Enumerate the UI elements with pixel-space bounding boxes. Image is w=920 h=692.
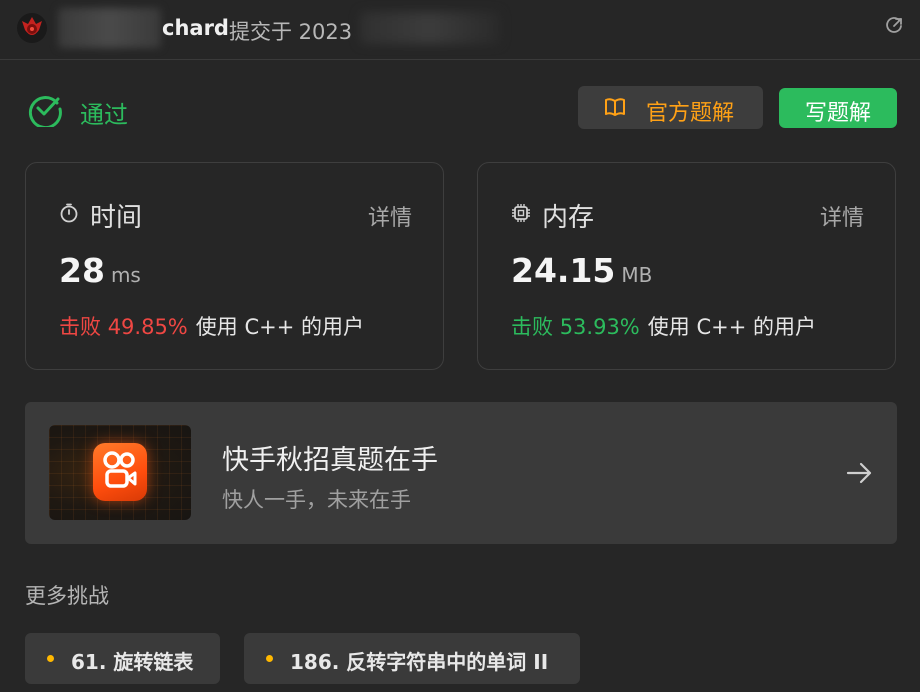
write-solution-button[interactable]: 写题解: [779, 88, 897, 128]
avatar-icon[interactable]: [16, 12, 48, 44]
timestamp-blurred: [360, 12, 500, 44]
runtime-unit: ms: [110, 263, 141, 287]
runtime-beat-line: 击败 49.85% 使用 C++ 的用户: [59, 311, 364, 341]
runtime-value-group: 28 ms: [59, 251, 141, 290]
official-solution-button[interactable]: 官方题解: [578, 86, 763, 129]
challenge-item[interactable]: 186. 反转字符串中的单词 II: [244, 633, 580, 684]
promo-image: [49, 425, 191, 520]
more-challenges-title: 更多挑战: [25, 584, 109, 608]
promo-subtitle: 快人一手，未来在手: [222, 488, 411, 512]
memory-beat-word: 击败: [511, 315, 553, 339]
memory-detail-link[interactable]: 详情: [820, 200, 864, 232]
chip-icon: [512, 204, 530, 222]
submission-header: chard 提交于 2023: [0, 0, 920, 60]
memory-beat-line: 击败 53.93% 使用 C++ 的用户: [511, 311, 816, 341]
runtime-beat-percent: 49.85%: [107, 315, 188, 339]
username[interactable]: chard: [162, 16, 229, 40]
memory-unit: MB: [621, 263, 653, 287]
check-circle-icon: [28, 96, 62, 127]
memory-value-group: 24.15 MB: [511, 251, 652, 290]
runtime-beat-rest: 使用 C++ 的用户: [195, 315, 364, 339]
runtime-card: 时间 详情 28 ms 击败 49.85% 使用 C++ 的用户: [25, 162, 444, 370]
status-accepted: 通过: [80, 101, 128, 129]
external-link-icon[interactable]: [884, 16, 904, 36]
book-icon: [605, 98, 625, 116]
promo-title: 快手秋招真题在手: [222, 445, 438, 476]
memory-beat-percent: 53.93%: [559, 315, 640, 339]
runtime-value: 28: [59, 251, 105, 290]
runtime-title: 时间: [90, 203, 143, 233]
memory-value: 24.15: [511, 251, 616, 290]
username-blurred: [58, 8, 161, 48]
submitted-time: 提交于 2023: [229, 20, 353, 44]
memory-beat-rest: 使用 C++ 的用户: [647, 315, 816, 339]
write-solution-label: 写题解: [804, 101, 871, 126]
runtime-detail-link[interactable]: 详情: [368, 200, 412, 232]
kuaishou-logo-icon: [93, 443, 147, 501]
official-solution-label: 官方题解: [646, 101, 735, 126]
challenge-item[interactable]: 61. 旋转链表: [25, 633, 220, 684]
arrow-right-icon[interactable]: [845, 459, 873, 487]
runtime-beat-word: 击败: [59, 315, 101, 339]
challenge-label: 186. 反转字符串中的单词 II: [290, 650, 549, 674]
difficulty-dot: [47, 655, 54, 662]
difficulty-dot: [266, 655, 273, 662]
promo-banner[interactable]: 快手秋招真题在手 快人一手，未来在手: [25, 402, 897, 544]
memory-card: 内存 详情 24.15 MB 击败 53.93% 使用 C++ 的用户: [477, 162, 896, 370]
stopwatch-icon: [60, 203, 78, 223]
challenge-label: 61. 旋转链表: [71, 650, 194, 674]
memory-title: 内存: [542, 203, 595, 233]
